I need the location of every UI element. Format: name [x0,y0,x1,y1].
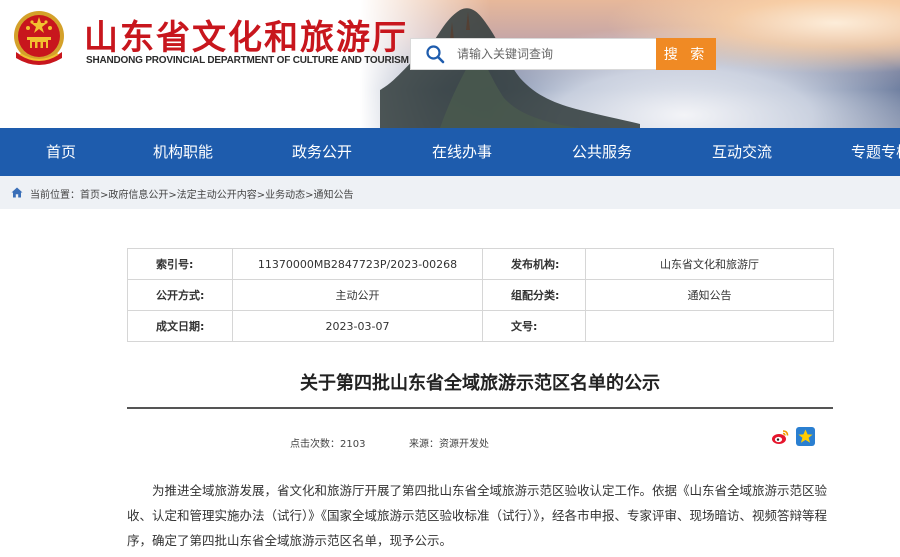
publisher-label: 发布机构: [482,248,586,280]
source-value: 资源开发处 [439,439,489,450]
nav-item-functions[interactable]: 机构职能 [153,128,213,176]
document-info-table: 索引号: 11370000MB2847723P/2023-00268 发布机构:… [127,248,834,342]
table-row: 成文日期: 2023-03-07 文号: [127,310,834,342]
qzone-share-icon[interactable] [796,427,815,446]
table-row: 公开方式: 主动公开 组配分类: 通知公告 [127,279,834,311]
table-row: 索引号: 11370000MB2847723P/2023-00268 发布机构:… [127,248,834,280]
index-value: 11370000MB2847723P/2023-00268 [232,248,483,280]
view-count-label: 点击次数： [290,439,340,450]
main-nav: 首页 机构职能 政务公开 在线办事 公共服务 互动交流 专题专栏 [0,128,900,176]
disclosure-value: 主动公开 [232,279,483,311]
national-emblem-icon [14,11,64,65]
publisher-value: 山东省文化和旅游厅 [585,248,834,280]
view-count: 点击次数：2103 [290,435,365,450]
home-icon [11,187,23,198]
search-input[interactable] [457,39,653,69]
article-title: 关于第四批山东省全域旅游示范区名单的公示 [300,373,660,394]
search-icon [426,45,445,64]
docno-value [585,310,834,342]
breadcrumb: 当前位置：首页>政府信息公开>法定主动公开内容>业务动态>通知公告 [0,176,900,209]
nav-item-special-topics[interactable]: 专题专栏 [851,128,900,176]
nav-item-online-services[interactable]: 在线办事 [432,128,492,176]
date-value: 2023-03-07 [232,310,483,342]
category-value: 通知公告 [585,279,834,311]
site-subtitle: SHANDONG PROVINCIAL DEPARTMENT OF CULTUR… [86,55,409,66]
breadcrumb-text: 当前位置：首页>政府信息公开>法定主动公开内容>业务动态>通知公告 [30,190,354,201]
nav-item-interaction[interactable]: 互动交流 [712,128,772,176]
source-label: 来源： [409,439,439,450]
disclosure-label: 公开方式: [127,279,233,311]
nav-item-public-services[interactable]: 公共服务 [572,128,632,176]
search-box [410,38,658,70]
weibo-share-icon[interactable] [771,428,789,446]
category-label: 组配分类: [482,279,586,311]
search-button[interactable]: 搜 索 [656,38,716,70]
docno-label: 文号: [482,310,586,342]
date-label: 成文日期: [127,310,233,342]
index-label: 索引号: [127,248,233,280]
nav-item-gov-affairs[interactable]: 政务公开 [292,128,352,176]
article-source: 来源：资源开发处 [409,435,489,450]
nav-item-home[interactable]: 首页 [46,128,76,176]
article-body: 为推进全域旅游发展，省文化和旅游厅开展了第四批山东省全域旅游示范区验收认定工作。… [127,483,828,548]
title-divider [127,407,833,409]
view-count-value: 2103 [340,439,366,450]
site-title: 山东省文化和旅游厅 [84,18,408,58]
